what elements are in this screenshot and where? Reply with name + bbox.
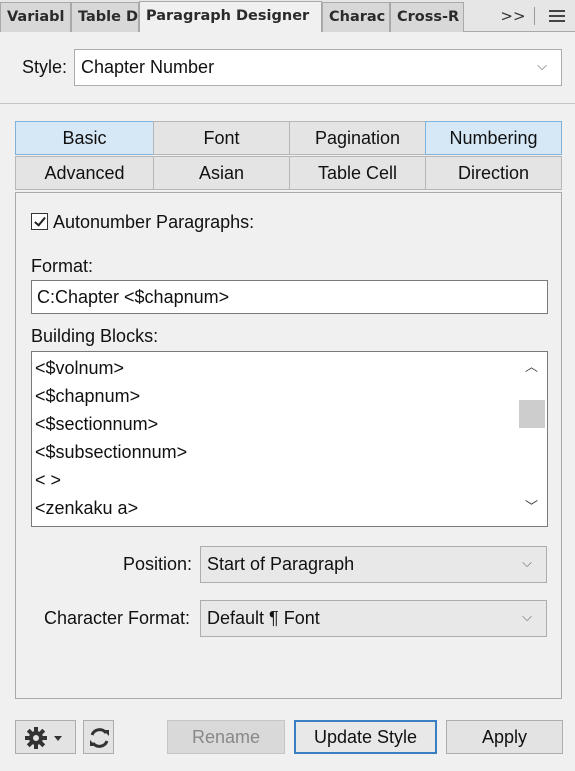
settings-button[interactable] [15, 720, 76, 754]
list-item[interactable]: <$subsectionnum> [35, 438, 187, 466]
list-item[interactable]: <$chapnum> [35, 382, 140, 410]
refresh-icon [90, 728, 109, 748]
tab-table-cell[interactable]: Table Cell [289, 156, 426, 190]
character-format-label: Character Format: [44, 608, 191, 628]
list-item[interactable]: <$volnum> [35, 354, 124, 382]
update-style-button[interactable]: Update Style [294, 720, 437, 754]
gear-icon [25, 727, 62, 749]
tab-direction[interactable]: Direction [425, 156, 562, 190]
style-label: Style: [22, 57, 68, 77]
scroll-thumb[interactable] [519, 400, 545, 428]
rename-button[interactable]: Rename [167, 720, 285, 754]
panel-tab-paragraph-designer[interactable]: Paragraph Designer [139, 1, 322, 32]
autonumber-label: Autonumber Paragraphs: [53, 212, 255, 232]
panel-tab-cross-reference[interactable]: Cross-R [390, 2, 464, 32]
character-format-dropdown-value: Default ¶ Font [207, 608, 320, 628]
position-dropdown-value: Start of Paragraph [207, 554, 355, 574]
tab-asian[interactable]: Asian [153, 156, 290, 190]
building-blocks-label: Building Blocks: [31, 326, 159, 346]
panel-tab-strip: Variabl Table D Paragraph Designer Chara… [0, 0, 575, 32]
tab-numbering[interactable]: Numbering [425, 121, 562, 155]
style-dropdown-value: Chapter Number [81, 57, 215, 77]
list-item[interactable]: < > [35, 466, 61, 494]
style-dropdown[interactable]: Chapter Number ⌵ [74, 49, 562, 86]
chevron-down-icon: ⌵ [522, 556, 532, 571]
divider [0, 103, 575, 104]
hamburger-menu-icon[interactable] [540, 2, 570, 30]
building-blocks-list[interactable]: <$volnum> <$chapnum> <$sectionnum> <$sub… [31, 351, 548, 527]
panel-tab-variables[interactable]: Variabl [0, 2, 71, 32]
tab-advanced[interactable]: Advanced [15, 156, 154, 190]
autonumber-checkbox[interactable] [31, 213, 48, 230]
chevron-down-icon[interactable]: ﹀ [516, 494, 547, 522]
tab-basic[interactable]: Basic [15, 121, 154, 155]
panel-tab-table-designer[interactable]: Table D [71, 2, 139, 32]
chevron-up-icon[interactable]: ︿ [516, 354, 547, 382]
tab-overflow-button[interactable]: >> [494, 2, 532, 30]
list-item[interactable]: <zenkaku a> [35, 494, 138, 522]
format-label: Format: [31, 256, 94, 276]
position-dropdown[interactable]: Start of Paragraph ⌵ [200, 546, 547, 583]
tab-font[interactable]: Font [153, 121, 290, 155]
divider [534, 7, 535, 25]
list-scrollbar[interactable]: ︿ ﹀ [516, 352, 547, 526]
list-item[interactable]: <$sectionnum> [35, 410, 158, 438]
position-label: Position: [123, 554, 193, 574]
apply-button[interactable]: Apply [446, 720, 563, 754]
refresh-button[interactable] [83, 720, 114, 754]
chevron-down-icon: ⌵ [537, 59, 547, 74]
format-input[interactable]: C:Chapter <$chapnum> [31, 280, 548, 314]
character-format-dropdown[interactable]: Default ¶ Font ⌵ [200, 600, 547, 637]
tab-pagination[interactable]: Pagination [289, 121, 426, 155]
panel-tab-character-designer[interactable]: Charac [322, 2, 390, 32]
chevron-down-icon: ⌵ [522, 610, 532, 625]
